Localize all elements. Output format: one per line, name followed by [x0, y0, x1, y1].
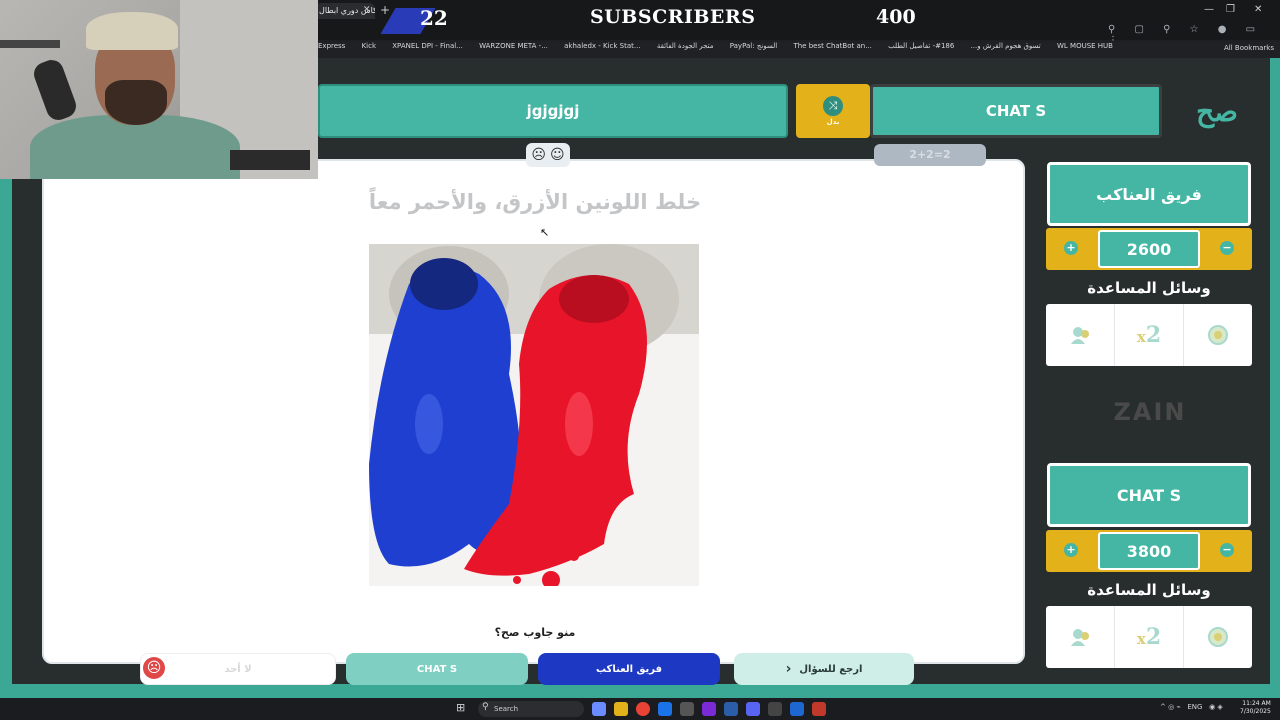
restore-icon[interactable]: ❐ — [1226, 4, 1235, 15]
app-icon[interactable] — [812, 702, 826, 716]
x2-icon-num: 2 — [1145, 322, 1162, 348]
sad-face-icon: ☹ — [143, 657, 165, 679]
copilot-icon[interactable] — [592, 702, 606, 716]
microphone-icon — [30, 56, 80, 124]
bookmarks-bar: Express Kick XPANEL DPI - Final... WARZO… — [318, 42, 1280, 58]
team2-score: 3800 — [1098, 532, 1200, 570]
x2-icon-num: 2 — [1145, 624, 1162, 650]
bookmark-item[interactable]: WL MOUSE HUB — [1057, 42, 1113, 50]
back-to-question-button[interactable]: ارجع للسؤال ‹ — [734, 653, 914, 685]
bookmark-item[interactable]: Express — [318, 42, 345, 50]
date-text: 7/30/2025 — [1240, 708, 1271, 715]
emoji-bar: ☹ ☺ — [526, 143, 570, 167]
bookmark-item[interactable]: متجر الجودة الفائقة — [657, 42, 714, 50]
chrome-icon[interactable] — [636, 702, 650, 716]
taskbar-clock[interactable]: 11:24 AM 7/30/2025 — [1240, 700, 1271, 716]
top-team-a-bar: jgjgjgj — [318, 84, 788, 138]
close-window-icon[interactable]: ✕ — [1254, 4, 1262, 15]
overlay-left-count: 22 — [420, 6, 448, 30]
screen: jgjgjgj ⤨ بدل CHAT S صح 2+2=2 ☹ ☺ خلط ال… — [0, 0, 1280, 720]
hint-pill[interactable]: 2+2=2 — [874, 144, 986, 166]
system-tray[interactable]: ^ ◎ ⌁ ENG ◉ ◈ — [1160, 703, 1223, 711]
team2-score-row: + 3800 − — [1046, 530, 1252, 572]
minimize-icon[interactable]: — — [1204, 4, 1214, 15]
bookmark-item[interactable]: XPANEL DPI - Final... — [392, 42, 463, 50]
zain-logo: ZAIN — [1113, 398, 1187, 426]
new-tab-icon[interactable]: + — [380, 3, 390, 17]
team1-score-row: + 2600 − — [1046, 228, 1252, 270]
all-bookmarks-button[interactable]: All Bookmarks — [1224, 44, 1274, 52]
team1-score: 2600 — [1098, 230, 1200, 268]
swap-icon: ⤨ — [823, 96, 843, 116]
bookmark-item[interactable]: تسوق هجوم القرش و... — [971, 42, 1041, 50]
chat-s-button[interactable]: CHAT S — [346, 653, 528, 685]
webcam-feed — [0, 0, 318, 179]
webcam-monitor — [230, 150, 310, 170]
team2-plus-button[interactable]: + — [1064, 543, 1078, 557]
team2-help-tools: x2 — [1046, 606, 1252, 668]
back-label: ارجع للسؤال — [799, 663, 863, 675]
hole-icon[interactable] — [1183, 304, 1252, 366]
language-indicator[interactable]: ENG — [1187, 703, 1202, 711]
mouse-cursor-icon: ↖ — [540, 226, 550, 239]
overlay-subscribers-label: SUBSCRIBERS — [590, 6, 756, 28]
call-icon[interactable] — [1046, 304, 1114, 366]
taskbar-search[interactable]: Search — [478, 701, 584, 717]
no-one-button[interactable]: لا أحد — [140, 653, 336, 685]
x2-icon[interactable]: x2 — [1114, 304, 1183, 366]
team1-help-tools: x2 — [1046, 304, 1252, 366]
bookmark-item[interactable]: The best ChatBot an... — [793, 42, 871, 50]
app-icon[interactable] — [768, 702, 782, 716]
x2-icon-x: x — [1136, 630, 1146, 648]
team1-help-label: وسائل المساعدة — [1046, 273, 1252, 303]
team1-minus-button[interactable]: − — [1220, 241, 1234, 255]
app-icon[interactable] — [790, 702, 804, 716]
anakeb-team-button[interactable]: فريق العناكب — [538, 653, 720, 685]
file-explorer-icon[interactable] — [614, 702, 628, 716]
bookmark-item[interactable]: WARZONE META -... — [479, 42, 548, 50]
call-icon[interactable] — [1046, 606, 1114, 668]
team2-minus-button[interactable]: − — [1220, 543, 1234, 557]
question-text: خلط اللونين الأزرق، والأحمر معاً — [368, 190, 702, 214]
team1-plus-button[interactable]: + — [1064, 241, 1078, 255]
discord-icon[interactable] — [746, 702, 760, 716]
sad-emoji-icon[interactable]: ☹ — [531, 147, 546, 163]
team2-name: CHAT S — [1047, 463, 1251, 527]
who-answered-label: منو جاوب صح؟ — [494, 626, 576, 639]
app-icon[interactable] — [702, 702, 716, 716]
bookmark-item[interactable]: Kick — [362, 42, 376, 50]
team2-help-label: وسائل المساعدة — [1046, 575, 1252, 605]
search-icon: ⚲ — [482, 702, 489, 712]
bookmark-item[interactable]: 186#- تفاصيل الطلب — [888, 42, 954, 50]
chevron-left-icon: ‹ — [785, 661, 792, 677]
x2-icon-x: x — [1136, 328, 1146, 346]
swap-label: بدل — [826, 118, 840, 126]
app-icon[interactable] — [680, 702, 694, 716]
bookmark-item[interactable]: akhaledx - Kick Stat... — [564, 42, 640, 50]
happy-emoji-icon[interactable]: ☺ — [550, 147, 565, 163]
steam-icon[interactable] — [724, 702, 738, 716]
paint-image — [369, 244, 699, 586]
hole-icon[interactable] — [1183, 606, 1252, 668]
mic-arm — [0, 40, 60, 48]
x2-icon[interactable]: x2 — [1114, 606, 1183, 668]
game-logo: صح — [1196, 95, 1238, 128]
start-icon[interactable]: ⊞ — [456, 701, 465, 714]
person-beard — [105, 80, 167, 125]
top-team-b-bar: CHAT S — [870, 84, 1162, 138]
bookmark-item[interactable]: PayPal: السونج — [730, 42, 777, 50]
app-icon[interactable] — [658, 702, 672, 716]
swap-teams-button[interactable]: ⤨ بدل — [796, 84, 870, 138]
tab-close-icon[interactable]: ✕ — [363, 5, 371, 15]
team1-name: فريق العناكب — [1047, 162, 1251, 226]
person-cap — [86, 12, 178, 50]
overlay-right-count: 400 — [876, 6, 916, 28]
time-text: 11:24 AM — [1242, 700, 1271, 707]
